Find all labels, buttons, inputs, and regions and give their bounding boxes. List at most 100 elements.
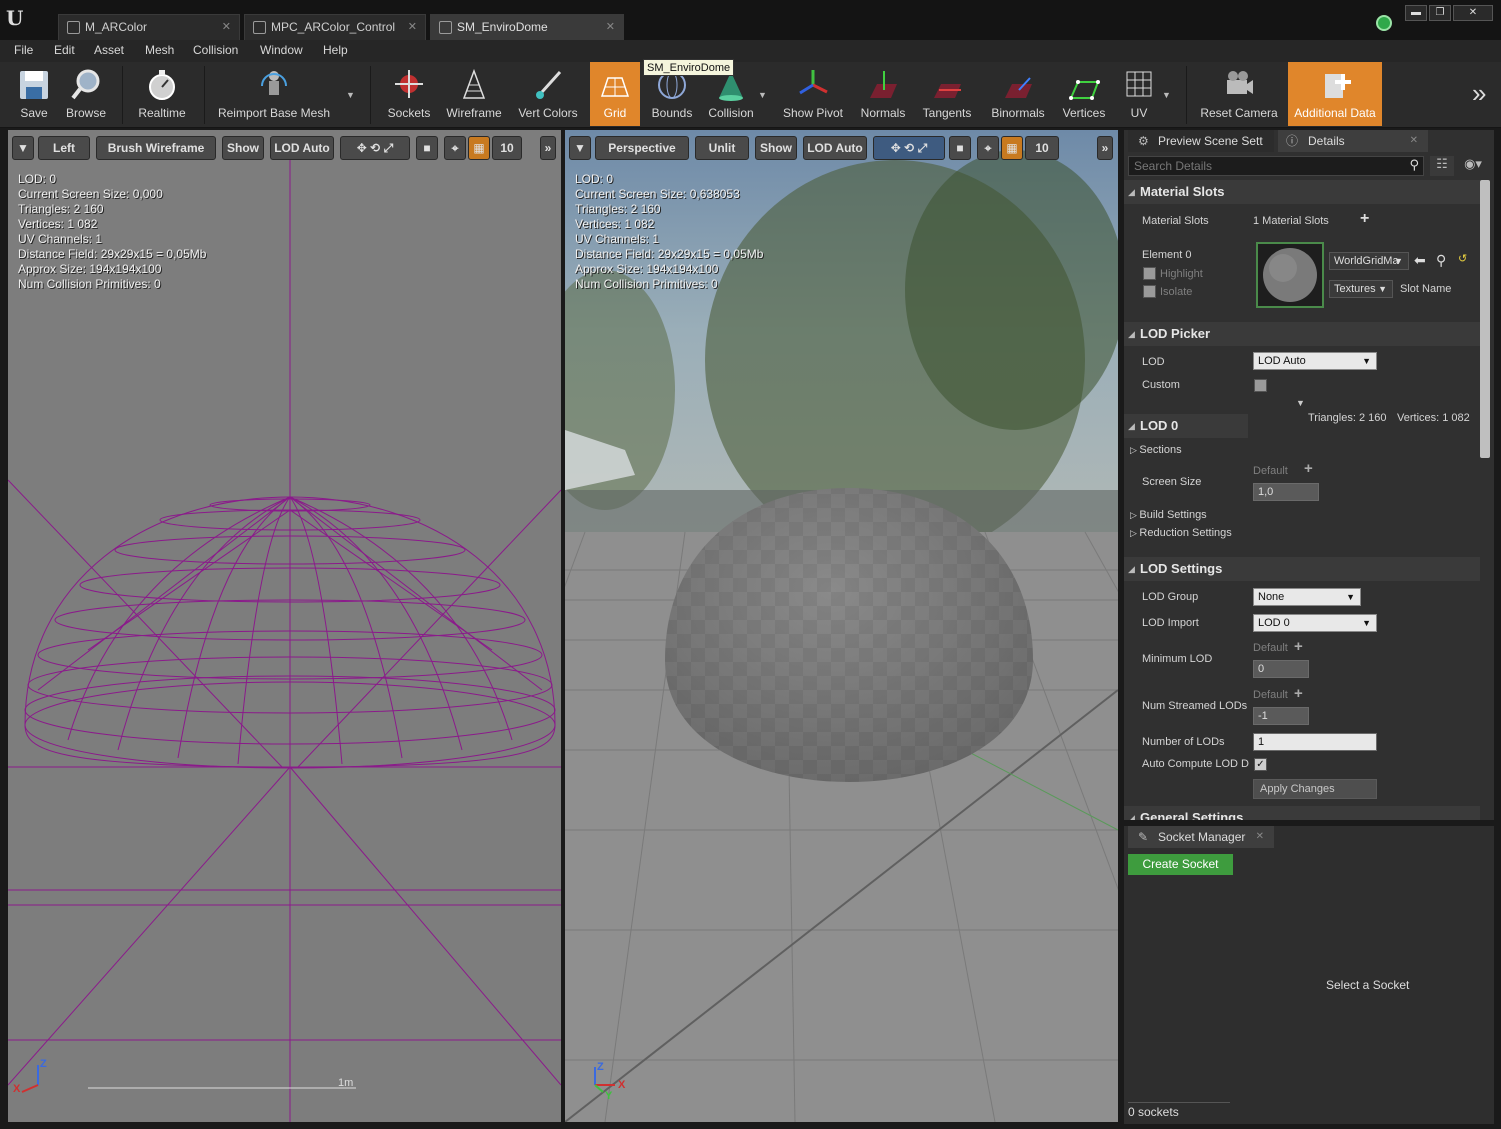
isolate-checkbox[interactable] — [1143, 285, 1156, 298]
snap-toggle-button[interactable]: ⌖ — [444, 136, 466, 160]
minimize-button[interactable]: ▬ — [1405, 5, 1427, 21]
wireframe-button[interactable]: Wireframe — [442, 62, 506, 126]
grid-size-button[interactable]: 10 — [1025, 136, 1059, 160]
reduction-settings-expander[interactable]: ▷ Reduction Settings — [1130, 527, 1232, 539]
reset-camera-button[interactable]: Reset Camera — [1196, 62, 1282, 126]
browse-button[interactable]: Browse — [62, 62, 110, 126]
toolbar-overflow-icon[interactable]: » — [1472, 78, 1486, 109]
move-icon[interactable]: ✥ ⟲ ⤢ — [891, 141, 927, 155]
tab-mpc-arcolor-control[interactable]: MPC_ARColor_Control ✕ — [244, 14, 426, 40]
source-control-icon[interactable] — [1376, 15, 1392, 31]
additional-data-button[interactable]: Additional Data — [1288, 62, 1382, 126]
vert-colors-button[interactable]: Vert Colors — [512, 62, 584, 126]
vertices-button[interactable]: Vertices — [1058, 62, 1110, 126]
viewport-options-button[interactable]: ▼ — [12, 136, 34, 160]
close-icon[interactable]: ✕ — [606, 15, 615, 39]
uv-button[interactable]: UV — [1116, 62, 1162, 126]
create-socket-button[interactable]: Create Socket — [1128, 854, 1233, 875]
view-mode-button[interactable]: Unlit — [695, 136, 749, 160]
close-icon[interactable]: ✕ — [222, 15, 231, 39]
viewport-options-button[interactable]: ▼ — [569, 136, 591, 160]
menu-file[interactable]: File — [14, 43, 33, 57]
show-button[interactable]: Show — [222, 136, 264, 160]
section-general-settings[interactable]: ◢ General Settings — [1124, 806, 1480, 820]
sections-expander[interactable]: ▷ Sections — [1130, 444, 1182, 456]
realtime-button[interactable]: Realtime — [132, 62, 192, 126]
close-window-button[interactable]: ✕ — [1453, 5, 1493, 21]
search-icon[interactable]: ⚲ — [1409, 157, 1419, 173]
section-lod-settings[interactable]: ◢ LOD Settings — [1124, 557, 1480, 581]
view-type-button[interactable]: Left — [38, 136, 90, 160]
tab-socket-manager[interactable]: ✎ Socket Manager ✕ — [1128, 826, 1274, 848]
add-icon[interactable]: + — [1294, 685, 1303, 702]
tangents-button[interactable]: Tangents — [916, 62, 978, 126]
num-streamed-lods-input[interactable]: -1 — [1253, 707, 1309, 725]
material-picker[interactable]: WorldGridMa ▼ — [1329, 252, 1409, 270]
property-matrix-icon[interactable]: ☷ — [1430, 156, 1454, 176]
add-icon[interactable]: + — [1360, 210, 1369, 228]
show-button[interactable]: Show — [755, 136, 797, 160]
screen-size-input[interactable]: 1,0 — [1253, 483, 1319, 501]
transform-tools[interactable]: ✥ ⟲ ⤢ — [340, 136, 410, 160]
view-options-eye-icon[interactable]: ◉▾ — [1458, 156, 1488, 176]
chevron-down-icon[interactable]: ▼ — [758, 90, 767, 100]
grid-size-button[interactable]: 10 — [492, 136, 522, 160]
surface-snap-button[interactable]: ■ — [949, 136, 971, 160]
unreal-logo-icon[interactable]: U — [6, 6, 28, 30]
search-details-input[interactable]: Search Details ⚲ — [1128, 156, 1424, 176]
use-selected-arrow-icon[interactable]: ⬅ — [1414, 252, 1426, 269]
save-button[interactable]: Save — [10, 62, 58, 126]
close-icon[interactable]: ✕ — [408, 15, 417, 39]
snap-toggle-button[interactable]: ⌖ — [977, 136, 999, 160]
view-type-button[interactable]: Perspective — [595, 136, 689, 160]
tab-sm-envirodome[interactable]: SM_EnviroDome ✕ — [430, 14, 624, 40]
scrollbar[interactable] — [1480, 180, 1490, 458]
build-settings-expander[interactable]: ▷ Build Settings — [1130, 509, 1207, 521]
apply-changes-button[interactable]: Apply Changes — [1253, 779, 1377, 799]
custom-checkbox[interactable] — [1254, 379, 1267, 392]
lod-button[interactable]: LOD Auto — [803, 136, 867, 160]
grid-button[interactable]: Grid — [590, 62, 640, 126]
viewport-expand-button[interactable]: » — [540, 136, 556, 160]
auto-compute-checkbox[interactable]: ✓ — [1254, 758, 1267, 771]
menu-collision[interactable]: Collision — [193, 43, 238, 57]
reimport-base-mesh-button[interactable]: Reimport Base Mesh — [214, 62, 334, 126]
tab-preview-scene-settings[interactable]: ⚙ Preview Scene Sett — [1128, 130, 1274, 152]
menu-mesh[interactable]: Mesh — [145, 43, 174, 57]
material-thumbnail[interactable] — [1256, 242, 1324, 308]
binormals-button[interactable]: Binormals — [984, 62, 1052, 126]
menu-window[interactable]: Window — [260, 43, 303, 57]
section-lod-picker[interactable]: ◢ LOD Picker — [1124, 322, 1480, 346]
chevron-down-icon[interactable]: ▼ — [1162, 90, 1171, 100]
maximize-button[interactable]: ❐ — [1429, 5, 1451, 21]
add-icon[interactable]: + — [1294, 638, 1303, 655]
transform-tools[interactable]: ✥ ⟲ ⤢ — [873, 136, 945, 160]
tab-m-arcolor[interactable]: M_ARColor ✕ — [58, 14, 240, 40]
tab-details[interactable]: ⓘ Details ✕ — [1278, 130, 1428, 152]
highlight-checkbox[interactable] — [1143, 267, 1156, 280]
browse-magnifier-icon[interactable]: ⚲ — [1436, 252, 1446, 269]
menu-edit[interactable]: Edit — [54, 43, 75, 57]
section-material-slots[interactable]: ◢ Material Slots — [1124, 180, 1480, 204]
menu-asset[interactable]: Asset — [94, 43, 124, 57]
move-icon[interactable]: ✥ ⟲ ⤢ — [357, 141, 393, 155]
normals-button[interactable]: Normals — [856, 62, 910, 126]
textures-dropdown[interactable]: Textures ▼ — [1329, 280, 1393, 298]
lod-button[interactable]: LOD Auto — [270, 136, 334, 160]
expand-advanced-icon[interactable]: ▼ — [1296, 398, 1305, 408]
min-lod-input[interactable]: 0 — [1253, 660, 1309, 678]
chevron-down-icon[interactable]: ▼ — [346, 90, 355, 100]
lod-group-dropdown[interactable]: None ▼ — [1253, 588, 1361, 606]
viewport-left[interactable]: 1m Z X ▼ Left Brush Wireframe Show LOD A… — [8, 130, 561, 1122]
section-lod0[interactable]: ◢ LOD 0 — [1124, 414, 1248, 438]
menu-help[interactable]: Help — [323, 43, 348, 57]
add-icon[interactable]: + — [1304, 460, 1313, 477]
sockets-button[interactable]: Sockets — [382, 62, 436, 126]
grid-snap-button[interactable]: ▦ — [468, 136, 490, 160]
viewport-right[interactable]: Z X Y ▼ Perspective Unlit Show LOD Auto … — [565, 130, 1118, 1122]
grid-snap-button[interactable]: ▦ — [1001, 136, 1023, 160]
viewport-expand-button[interactable]: » — [1097, 136, 1113, 160]
close-icon[interactable]: ✕ — [1256, 826, 1264, 848]
number-of-lods-input[interactable]: 1 — [1253, 733, 1377, 751]
show-pivot-button[interactable]: Show Pivot — [778, 62, 848, 126]
